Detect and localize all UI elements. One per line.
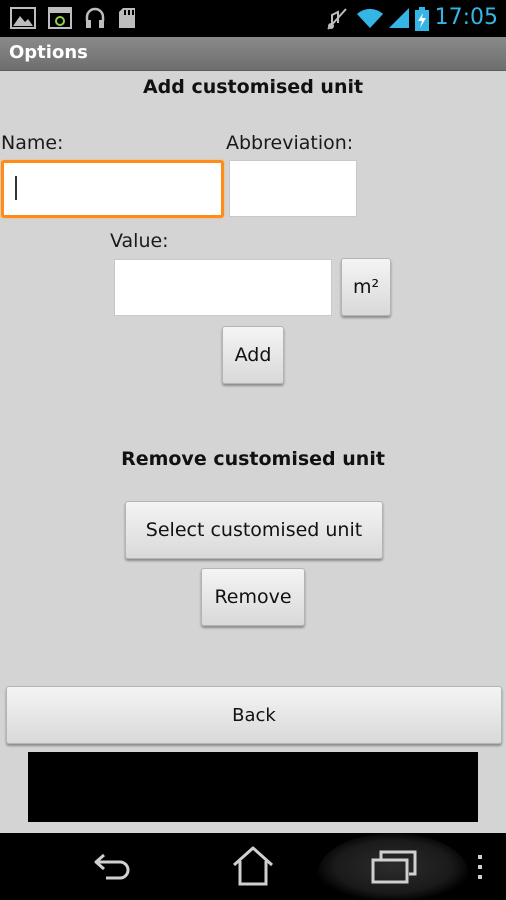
remove-button[interactable]: Remove — [201, 568, 305, 626]
battery-charging-icon — [415, 7, 429, 31]
select-customised-unit-button[interactable]: Select customised unit — [125, 501, 383, 559]
screen-capture-icon — [48, 7, 72, 29]
mute-icon — [327, 8, 347, 30]
navigation-bar — [0, 833, 506, 900]
gallery-icon — [10, 7, 36, 29]
text-cursor — [15, 176, 17, 200]
value-field[interactable] — [114, 259, 332, 316]
remove-section-heading: Remove customised unit — [121, 448, 385, 470]
value-label: Value: — [110, 230, 169, 252]
wifi-icon — [357, 8, 383, 28]
title-bar: Options — [0, 37, 506, 71]
name-label: Name: — [1, 132, 64, 154]
abbreviation-label: Abbreviation: — [226, 132, 354, 154]
name-field[interactable] — [1, 160, 224, 218]
unit-select-button[interactable]: m² — [341, 258, 391, 316]
sd-card-icon — [119, 8, 135, 28]
home-icon[interactable] — [231, 845, 275, 887]
ad-banner — [28, 752, 478, 822]
status-bar: 17:05 — [0, 0, 506, 37]
back-icon[interactable] — [92, 849, 136, 885]
status-time: 17:05 — [434, 5, 498, 30]
page-title: Options — [9, 42, 88, 63]
back-button[interactable]: Back — [6, 686, 502, 744]
abbreviation-field[interactable] — [229, 160, 357, 217]
add-button[interactable]: Add — [222, 326, 284, 384]
add-section-heading: Add customised unit — [142, 76, 364, 98]
signal-icon — [389, 8, 409, 28]
menu-overflow-icon[interactable] — [476, 854, 484, 880]
recent-apps-icon[interactable] — [371, 850, 417, 884]
headphones-icon — [85, 7, 105, 28]
